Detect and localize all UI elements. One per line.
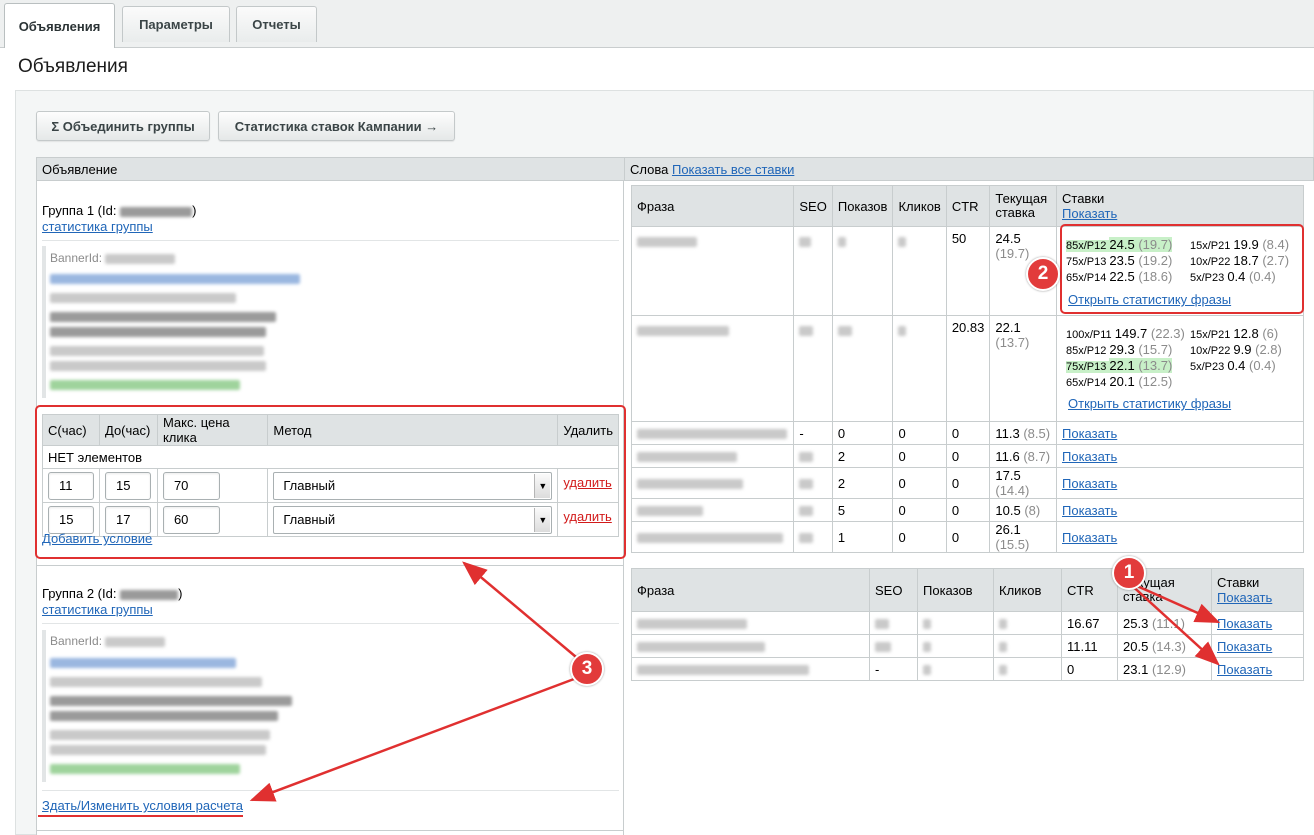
table-row: 20.83 22.1 (13.7) 100x/P11 149.7 (22.3) 1… (630, 315, 1304, 422)
bid-row: 85x/P12 29.3 (15.7) 10x/P22 9.9 (2.8) (1062, 342, 1298, 358)
page-title: Объявления (18, 56, 128, 77)
group2-title: Группа 2 (Id: ) (42, 586, 183, 601)
bids-grid: 100x/P11 149.7 (22.3) 15x/P21 12.8 (6) 85x… (1062, 326, 1298, 390)
divider (36, 830, 624, 831)
annotation-underline (38, 815, 243, 817)
col-phrase: Фраза (630, 185, 795, 227)
group1-banner-content (50, 270, 300, 392)
col-bids: Ставки Показать (1211, 568, 1304, 612)
show-bids-link[interactable]: Показать (1217, 590, 1298, 605)
table-row: - 0 0 0 11.3 (8.5) Показать (630, 421, 1304, 445)
col-clicks: Кликов (993, 568, 1062, 612)
col-current-bid: Текущая ставка (989, 185, 1057, 227)
bid-position (1186, 374, 1298, 390)
show-bids-link[interactable]: Показать (1056, 498, 1304, 522)
divider (42, 240, 619, 241)
bids-cell-2: 100x/P11 149.7 (22.3) 15x/P21 12.8 (6) 85x… (1056, 315, 1304, 422)
col-clicks: Кликов (892, 185, 947, 227)
merge-groups-button[interactable]: Σ Объединить группы (36, 111, 210, 141)
title-bar (0, 48, 1314, 88)
group2-banner-label: BannerId: (50, 634, 166, 648)
group2-id-redacted (120, 589, 179, 600)
group2-stats-link[interactable]: статистика группы (42, 602, 153, 617)
badge-1: 1 (1112, 556, 1146, 590)
col-views: Показов (917, 568, 994, 612)
open-phrase-stats-link[interactable]: Открыть статистику фразы (1068, 396, 1298, 411)
badge-2: 2 (1026, 257, 1060, 291)
current-bid: 22.1 (13.7) (989, 315, 1057, 422)
right-column-header: Слова Показать все ставки (624, 157, 1314, 181)
bid-position: 75x/P13 22.1 (13.7) (1066, 358, 1173, 373)
show-bids-link[interactable]: Показать (1056, 444, 1304, 468)
bid-position: 5x/P23 0.4 (0.4) (1190, 358, 1276, 373)
campaign-bid-stats-button[interactable]: Статистика ставок Кампании → (218, 111, 455, 141)
group2-banner-content (50, 654, 292, 776)
show-bids-link[interactable]: Показать (1211, 611, 1304, 635)
bid-row: 75x/P13 22.1 (13.7) 5x/P23 0.4 (0.4) (1062, 358, 1298, 374)
col-views: Показов (831, 185, 894, 227)
group1-banner-label: BannerId: (50, 251, 176, 265)
divider (42, 623, 619, 624)
group1-stats-link[interactable]: статистика группы (42, 219, 153, 234)
col-seo: SEO (869, 568, 918, 612)
tab-parameters[interactable]: Параметры (122, 6, 230, 42)
show-bids-link[interactable]: Показать (1056, 421, 1304, 445)
bid-position: 15x/P21 12.8 (6) (1190, 326, 1279, 341)
show-all-bids-link[interactable]: Показать все ставки (672, 162, 794, 177)
edit-conditions-link[interactable]: Здать/Изменить условия расчета (42, 798, 243, 813)
divider (36, 565, 624, 566)
show-bids-link[interactable]: Показать (1211, 634, 1304, 658)
table-row: 2 0 0 11.6 (8.7) Показать (630, 444, 1304, 468)
show-bids-link[interactable]: Показать (1062, 206, 1298, 221)
col-bids: Ставки Показать (1056, 185, 1304, 227)
banner-border (42, 630, 46, 782)
table-row: 11.11 20.5 (14.3) Показать (631, 634, 1304, 658)
bid-position: 100x/P11 149.7 (22.3) (1066, 326, 1185, 341)
divider (42, 790, 619, 791)
bid-position: 10x/P22 9.9 (2.8) (1190, 342, 1282, 357)
bid-position: 65x/P14 20.1 (12.5) (1066, 374, 1173, 389)
annotation-box-3 (35, 405, 626, 559)
group1-id-redacted (120, 206, 193, 217)
col-ctr: CTR (945, 185, 991, 227)
show-bids-link[interactable]: Показать (1056, 467, 1304, 499)
words-table-2: Фраза SEO Показов Кликов CTR Текущая ста… (631, 568, 1304, 681)
bid-row: 100x/P11 149.7 (22.3) 15x/P21 12.8 (6) (1062, 326, 1298, 342)
show-bids-link[interactable]: Показать (1056, 521, 1304, 553)
col-phrase: Фраза (631, 568, 870, 612)
table-row: 5 0 0 10.5 (8) Показать (630, 498, 1304, 522)
bid-position: 85x/P12 29.3 (15.7) (1066, 342, 1173, 357)
table-row: 16.67 25.3 (11.1) Показать (631, 611, 1304, 635)
tab-ads[interactable]: Объявления (4, 3, 115, 48)
col-seo: SEO (793, 185, 833, 227)
col-ctr: CTR (1061, 568, 1118, 612)
annotation-box-2 (1060, 224, 1304, 314)
show-bids-link[interactable]: Показать (1211, 657, 1304, 681)
group1-title: Группа 1 (Id: ) (42, 203, 197, 218)
left-column-header: Объявление (36, 157, 625, 181)
table-row: 2 0 0 17.5 (14.4) Показать (630, 467, 1304, 499)
bid-row: 65x/P14 20.1 (12.5) (1062, 374, 1298, 390)
badge-3: 3 (570, 652, 604, 686)
table-row: 1 0 0 26.1 (15.5) Показать (630, 521, 1304, 553)
table-row: - 0 23.1 (12.9) Показать (631, 657, 1304, 681)
tab-reports[interactable]: Отчеты (236, 6, 317, 42)
banner-border (42, 246, 46, 398)
